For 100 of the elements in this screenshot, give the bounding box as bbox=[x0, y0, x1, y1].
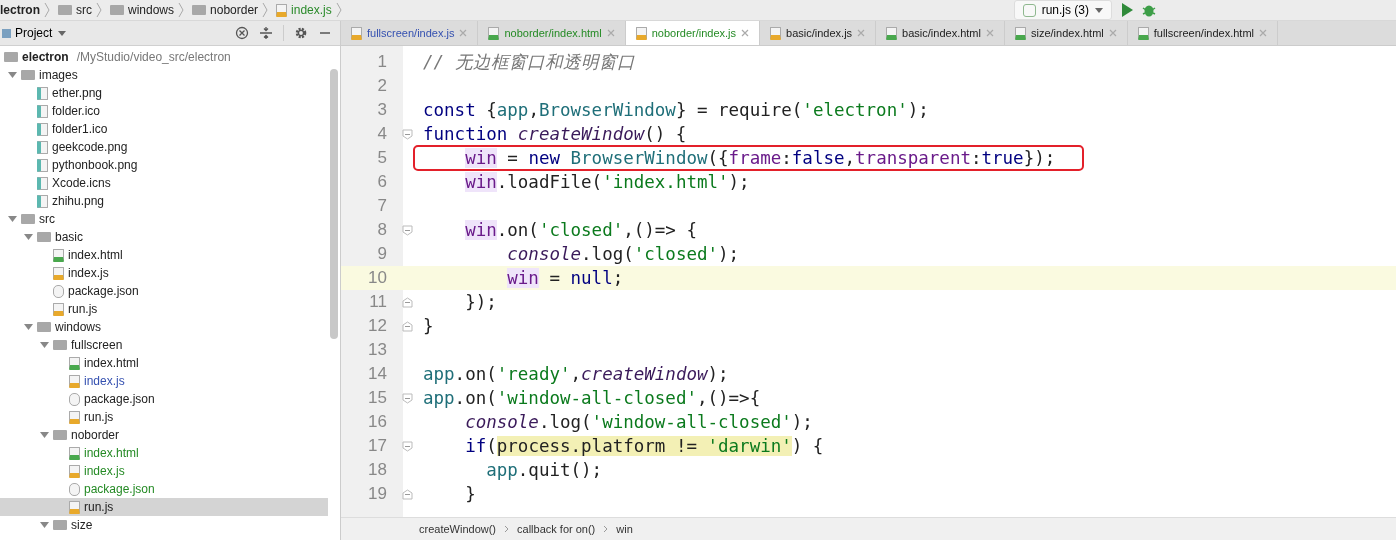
breadcrumb-item[interactable]: callback for on() bbox=[517, 523, 596, 535]
tree-row[interactable]: pythonbook.png bbox=[0, 156, 340, 174]
tree-row[interactable]: package.json bbox=[0, 390, 340, 408]
tree-item[interactable]: zhihu.png bbox=[52, 194, 105, 208]
tree-row[interactable]: zhihu.png bbox=[0, 192, 340, 210]
expanded-arrow-icon[interactable] bbox=[8, 71, 17, 79]
breadcrumb-item[interactable]: lectron bbox=[0, 3, 40, 17]
tree-row[interactable]: index.js bbox=[0, 264, 340, 282]
breadcrumb-item[interactable]: src bbox=[76, 3, 92, 17]
close-icon[interactable] bbox=[1108, 29, 1117, 37]
fold-end-icon[interactable] bbox=[401, 320, 413, 332]
tree-item[interactable]: index.js bbox=[68, 266, 109, 280]
tree-item[interactable]: index.html bbox=[68, 248, 123, 262]
expanded-arrow-icon[interactable] bbox=[40, 521, 49, 529]
tree-item[interactable]: index.js bbox=[84, 464, 125, 478]
breadcrumb-item[interactable]: windows bbox=[128, 3, 175, 17]
expanded-arrow-icon[interactable] bbox=[8, 215, 17, 223]
line-number: 5 bbox=[376, 148, 388, 168]
tree-row[interactable]: index.html bbox=[0, 354, 340, 372]
editor-tab[interactable]: fullscreen/index.html bbox=[1127, 21, 1279, 45]
project-root-label[interactable]: electron bbox=[22, 50, 69, 64]
tree-row[interactable]: folder.ico bbox=[0, 102, 340, 120]
tree-item[interactable]: package.json bbox=[84, 392, 155, 406]
breadcrumb-item[interactable]: win bbox=[616, 523, 633, 535]
tree-item[interactable]: run.js bbox=[84, 500, 114, 514]
settings-icon[interactable] bbox=[294, 26, 308, 40]
tree-item[interactable]: geekcode.png bbox=[52, 140, 128, 154]
tree-item[interactable]: src bbox=[39, 212, 55, 226]
expanded-arrow-icon[interactable] bbox=[40, 431, 49, 439]
tree-row[interactable]: run.js bbox=[0, 300, 340, 318]
tree-row[interactable]: basic bbox=[0, 228, 340, 246]
breadcrumb-item[interactable]: noborder bbox=[210, 3, 259, 17]
close-icon[interactable] bbox=[459, 29, 468, 37]
js-file-icon bbox=[351, 26, 362, 40]
tree-row[interactable]: fullscreen bbox=[0, 336, 340, 354]
tree-row[interactable]: images bbox=[0, 66, 340, 84]
tree-row[interactable]: run.js bbox=[0, 408, 340, 426]
tree-row[interactable]: package.json bbox=[0, 282, 340, 300]
collapse-icon[interactable] bbox=[259, 26, 273, 40]
editor-tab[interactable]: noborder/index.js bbox=[625, 21, 761, 45]
tree-item[interactable]: folder1.ico bbox=[52, 122, 108, 136]
tree-row[interactable]: Xcode.icns bbox=[0, 174, 340, 192]
tree-item[interactable]: folder.ico bbox=[52, 104, 101, 118]
tree-item[interactable]: run.js bbox=[84, 410, 114, 424]
tree-item[interactable]: basic bbox=[55, 230, 83, 244]
code-line: } bbox=[422, 316, 435, 336]
tree-item[interactable]: index.html bbox=[84, 446, 139, 460]
code-line: win.loadFile('index.html'); bbox=[464, 172, 751, 192]
tree-row[interactable]: geekcode.png bbox=[0, 138, 340, 156]
expanded-arrow-icon[interactable] bbox=[24, 323, 33, 331]
tree-row[interactable]: folder1.ico bbox=[0, 120, 340, 138]
tree-item[interactable]: Xcode.icns bbox=[52, 176, 111, 190]
close-icon[interactable] bbox=[606, 29, 615, 37]
close-icon[interactable] bbox=[1259, 29, 1268, 37]
tree-row[interactable]: index.js bbox=[0, 462, 340, 480]
run-icon[interactable] bbox=[1120, 2, 1134, 18]
fold-end-icon[interactable] bbox=[401, 296, 413, 308]
fold-start-icon[interactable] bbox=[401, 392, 413, 404]
editor-tab[interactable]: basic/index.html bbox=[876, 21, 1005, 45]
editor-tab[interactable]: size/index.html bbox=[1005, 21, 1128, 45]
breadcrumb-item[interactable]: createWindow() bbox=[419, 523, 497, 535]
tree-row[interactable]: src bbox=[0, 210, 340, 228]
tree-row[interactable]: package.json bbox=[0, 480, 340, 498]
tree-row[interactable]: windows bbox=[0, 318, 340, 336]
fold-start-icon[interactable] bbox=[401, 224, 413, 236]
expanded-arrow-icon[interactable] bbox=[40, 341, 49, 349]
tree-row[interactable]: noborder bbox=[0, 426, 340, 444]
tree-row[interactable]: index.html bbox=[0, 444, 340, 462]
close-icon[interactable] bbox=[741, 29, 750, 37]
project-view-dropdown[interactable]: Project bbox=[15, 26, 67, 40]
expanded-arrow-icon[interactable] bbox=[24, 233, 33, 241]
tree-item[interactable]: fullscreen bbox=[71, 338, 123, 352]
tree-item[interactable]: windows bbox=[55, 320, 102, 334]
selected-tree-row[interactable]: run.js bbox=[0, 498, 328, 516]
fold-end-icon[interactable] bbox=[401, 488, 413, 500]
tree-item[interactable]: noborder bbox=[71, 428, 120, 442]
run-config-dropdown[interactable]: run.js (3) bbox=[1013, 0, 1112, 20]
tree-row[interactable]: index.js bbox=[0, 372, 340, 390]
tree-item[interactable]: size bbox=[71, 518, 93, 532]
line-number: 7 bbox=[376, 196, 388, 216]
tree-item[interactable]: run.js bbox=[68, 302, 98, 316]
tree-item[interactable]: images bbox=[39, 68, 78, 82]
tree-item[interactable]: ether.png bbox=[52, 86, 103, 100]
editor-tab[interactable]: fullscreen/index.js bbox=[341, 21, 479, 45]
js-file-icon bbox=[69, 500, 80, 514]
scrollbar-thumb[interactable] bbox=[330, 69, 338, 339]
tree-item[interactable]: index.js bbox=[84, 374, 125, 388]
editor-tab[interactable]: basic/index.js bbox=[760, 21, 877, 45]
tree-item[interactable]: pythonbook.png bbox=[52, 158, 138, 172]
tree-item[interactable]: index.html bbox=[84, 356, 139, 370]
fold-start-icon[interactable] bbox=[401, 440, 413, 452]
tree-row[interactable]: size bbox=[0, 516, 340, 534]
tree-item[interactable]: package.json bbox=[68, 284, 139, 298]
fold-start-icon[interactable] bbox=[401, 128, 413, 140]
tree-row[interactable]: ether.png bbox=[0, 84, 340, 102]
tree-item[interactable]: package.json bbox=[84, 482, 155, 496]
breadcrumb-item[interactable]: index.js bbox=[291, 3, 332, 17]
close-icon[interactable] bbox=[986, 29, 994, 37]
close-icon[interactable] bbox=[857, 29, 866, 37]
tree-row[interactable]: index.html bbox=[0, 246, 340, 264]
